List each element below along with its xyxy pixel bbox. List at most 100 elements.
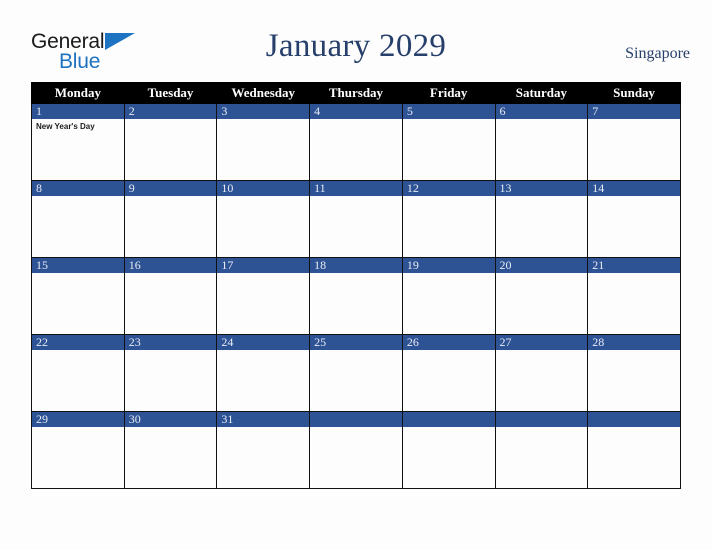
day-cell-content: 9	[124, 181, 217, 257]
date-number: 11	[310, 181, 402, 196]
day-event-list	[403, 119, 495, 122]
calendar-day-cell[interactable]: 5	[401, 103, 496, 181]
day-cell-content: 3	[217, 104, 310, 180]
calendar-day-cell[interactable]: 14	[587, 180, 681, 258]
calendar-day-cell[interactable]	[309, 411, 403, 489]
day-cell-content: 26	[402, 335, 495, 411]
calendar-day-cell[interactable]: 3	[216, 103, 311, 181]
day-cell-content: 28	[588, 335, 680, 411]
day-cell-content: 30	[124, 412, 217, 488]
day-cell-content: 27	[495, 335, 588, 411]
calendar-day-cell[interactable]: 19	[401, 257, 496, 335]
day-event-list	[403, 350, 495, 353]
weekday-header-monday: Monday	[31, 82, 125, 104]
date-number: 12	[402, 181, 495, 196]
calendar-day-cell[interactable]: 16	[123, 257, 218, 335]
calendar-day-cell[interactable]: 23	[123, 334, 218, 412]
day-event-list	[496, 427, 588, 430]
calendar-day-cell[interactable]: 6	[494, 103, 589, 181]
day-event-list	[403, 427, 495, 430]
day-cell-content: 20	[495, 258, 588, 334]
date-number: 16	[124, 258, 217, 273]
day-event-list	[310, 196, 402, 199]
day-cell-content: 8	[32, 181, 124, 257]
calendar-week-row: 1 New Year's Day 2 3 4 5 6 7	[31, 103, 681, 181]
calendar-week-row: 8 9 10 11 12 13 14	[31, 180, 681, 258]
page-header: General Blue January 2029 Singapore	[0, 0, 712, 82]
weekday-header-sunday: Sunday	[587, 82, 681, 104]
calendar-day-cell[interactable]: 29	[31, 411, 125, 489]
calendar-day-cell[interactable]: 12	[401, 180, 496, 258]
date-number: 5	[402, 104, 495, 119]
calendar-day-cell[interactable]: 15	[31, 257, 125, 335]
day-event-list	[403, 196, 495, 199]
date-number: 8	[32, 181, 124, 196]
calendar-day-cell[interactable]: 1 New Year's Day	[31, 103, 125, 181]
date-number: 3	[217, 104, 310, 119]
date-number: 10	[217, 181, 310, 196]
day-event-list	[217, 427, 309, 430]
date-number: 31	[217, 412, 310, 427]
calendar-day-cell[interactable]: 28	[587, 334, 681, 412]
calendar-week-row: 29 30 31	[31, 411, 681, 489]
date-number: 20	[495, 258, 588, 273]
day-event-list	[496, 273, 588, 276]
calendar-day-cell[interactable]: 25	[309, 334, 403, 412]
date-number: 25	[310, 335, 402, 350]
day-cell-content: 15	[32, 258, 124, 334]
calendar-day-cell[interactable]	[587, 411, 681, 489]
date-number	[588, 412, 680, 427]
day-cell-content: 17	[217, 258, 310, 334]
date-number: 30	[124, 412, 217, 427]
calendar-day-cell[interactable]: 20	[494, 257, 589, 335]
calendar-day-cell[interactable]: 24	[216, 334, 311, 412]
day-event-list	[32, 427, 124, 430]
calendar-day-cell[interactable]: 22	[31, 334, 125, 412]
day-cell-content: 24	[217, 335, 310, 411]
date-number: 17	[217, 258, 310, 273]
day-cell-content: 10	[217, 181, 310, 257]
day-cell-content: 29	[32, 412, 124, 488]
day-cell-content: 25	[310, 335, 402, 411]
calendar-day-cell[interactable]: 9	[123, 180, 218, 258]
day-cell-content	[402, 412, 495, 488]
calendar-day-cell[interactable]	[494, 411, 589, 489]
date-number: 24	[217, 335, 310, 350]
day-event-list	[125, 427, 217, 430]
calendar-day-cell[interactable]: 26	[401, 334, 496, 412]
calendar-day-cell[interactable]: 4	[309, 103, 403, 181]
day-cell-content: 23	[124, 335, 217, 411]
day-event-list	[496, 350, 588, 353]
date-number	[402, 412, 495, 427]
day-cell-content: 2	[124, 104, 217, 180]
calendar-day-cell[interactable]: 2	[123, 103, 218, 181]
country-label: Singapore	[625, 45, 690, 62]
date-number: 9	[124, 181, 217, 196]
calendar-day-cell[interactable]: 11	[309, 180, 403, 258]
calendar-day-cell[interactable]: 13	[494, 180, 589, 258]
day-event-list	[403, 273, 495, 276]
page-title: January 2029	[265, 28, 447, 64]
calendar-day-cell[interactable]: 31	[216, 411, 311, 489]
weekday-header-wednesday: Wednesday	[216, 82, 311, 104]
date-number: 14	[588, 181, 680, 196]
calendar-day-cell[interactable]: 8	[31, 180, 125, 258]
calendar-day-cell[interactable]: 21	[587, 257, 681, 335]
calendar-day-cell[interactable]: 30	[123, 411, 218, 489]
date-number: 23	[124, 335, 217, 350]
calendar-day-cell[interactable]: 7	[587, 103, 681, 181]
day-cell-content: 14	[588, 181, 680, 257]
day-cell-content	[495, 412, 588, 488]
calendar-day-cell[interactable]	[401, 411, 496, 489]
calendar-day-cell[interactable]: 27	[494, 334, 589, 412]
day-cell-content: 12	[402, 181, 495, 257]
calendar-week-row: 15 16 17 18 19 20 21	[31, 257, 681, 335]
day-cell-content: 16	[124, 258, 217, 334]
date-number: 6	[495, 104, 588, 119]
calendar-day-cell[interactable]: 17	[216, 257, 311, 335]
day-cell-content: 1 New Year's Day	[32, 104, 124, 180]
calendar-day-cell[interactable]: 18	[309, 257, 403, 335]
date-number: 27	[495, 335, 588, 350]
calendar-day-cell[interactable]: 10	[216, 180, 311, 258]
day-event-list: New Year's Day	[32, 119, 124, 132]
